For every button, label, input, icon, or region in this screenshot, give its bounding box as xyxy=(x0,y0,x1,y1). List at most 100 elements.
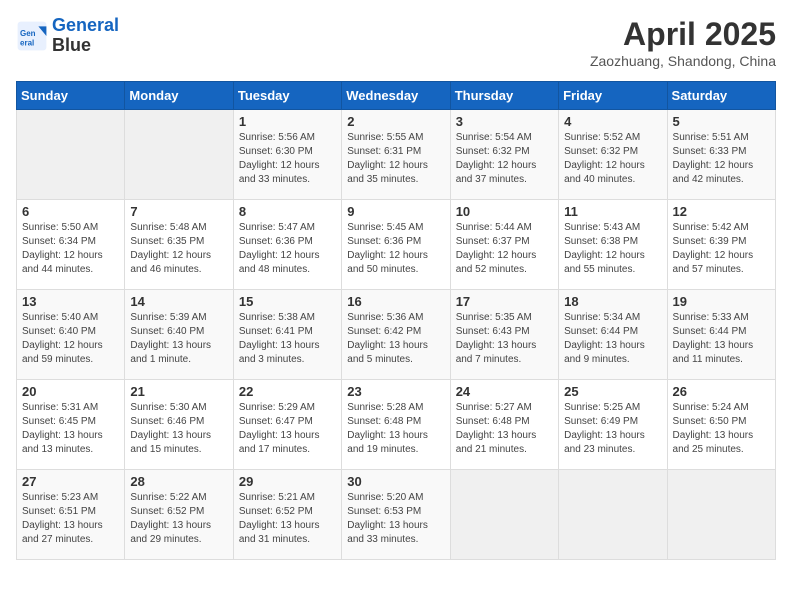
cell-sun-info: Sunrise: 5:34 AMSunset: 6:44 PMDaylight:… xyxy=(564,311,661,367)
calendar-cell: 8 Sunrise: 5:47 AMSunset: 6:36 PMDaylight… xyxy=(233,200,341,290)
calendar-cell xyxy=(559,470,667,560)
title-block: April 2025 Zaozhuang, Shandong, China xyxy=(590,16,776,69)
weekday-header: Wednesday xyxy=(342,82,450,110)
cell-sun-info: Sunrise: 5:38 AMSunset: 6:41 PMDaylight:… xyxy=(239,311,336,367)
calendar-cell: 6 Sunrise: 5:50 AMSunset: 6:34 PMDaylight… xyxy=(17,200,125,290)
calendar-week-row: 20 Sunrise: 5:31 AMSunset: 6:45 PMDayligh… xyxy=(17,380,776,470)
day-number: 24 xyxy=(456,384,553,399)
cell-sun-info: Sunrise: 5:39 AMSunset: 6:40 PMDaylight:… xyxy=(130,311,227,367)
calendar-body: 1Sunrise: 5:56 AMSunset: 6:30 PMDaylight… xyxy=(17,110,776,560)
cell-sun-info: Sunrise: 5:54 AMSunset: 6:32 PMDaylight:… xyxy=(456,131,553,187)
cell-sun-info: Sunrise: 5:45 AMSunset: 6:36 PMDaylight:… xyxy=(347,221,444,277)
cell-sun-info: Sunrise: 5:55 AMSunset: 6:31 PMDaylight:… xyxy=(347,131,444,187)
calendar-week-row: 13Sunrise: 5:40 AMSunset: 6:40 PMDayligh… xyxy=(17,290,776,380)
calendar-cell: 18 Sunrise: 5:34 AMSunset: 6:44 PMDayligh… xyxy=(559,290,667,380)
cell-sun-info: Sunrise: 5:40 AMSunset: 6:40 PMDaylight:… xyxy=(22,311,119,367)
calendar-cell: 21 Sunrise: 5:30 AMSunset: 6:46 PMDayligh… xyxy=(125,380,233,470)
calendar-cell: 27 Sunrise: 5:23 AMSunset: 6:51 PMDayligh… xyxy=(17,470,125,560)
logo-icon: Gen eral xyxy=(16,20,48,52)
calendar-cell: 17 Sunrise: 5:35 AMSunset: 6:43 PMDayligh… xyxy=(450,290,558,380)
day-number: 23 xyxy=(347,384,444,399)
cell-sun-info: Sunrise: 5:35 AMSunset: 6:43 PMDaylight:… xyxy=(456,311,553,367)
cell-sun-info: Sunrise: 5:29 AMSunset: 6:47 PMDaylight:… xyxy=(239,401,336,457)
logo: Gen eral GeneralBlue xyxy=(16,16,119,56)
cell-sun-info: Sunrise: 5:47 AMSunset: 6:36 PMDaylight:… xyxy=(239,221,336,277)
calendar-cell: 16Sunrise: 5:36 AMSunset: 6:42 PMDayligh… xyxy=(342,290,450,380)
weekday-header: Tuesday xyxy=(233,82,341,110)
day-number: 19 xyxy=(673,294,770,309)
calendar-cell: 4Sunrise: 5:52 AMSunset: 6:32 PMDaylight… xyxy=(559,110,667,200)
cell-sun-info: Sunrise: 5:33 AMSunset: 6:44 PMDaylight:… xyxy=(673,311,770,367)
cell-sun-info: Sunrise: 5:23 AMSunset: 6:51 PMDaylight:… xyxy=(22,491,119,547)
weekday-header: Sunday xyxy=(17,82,125,110)
page-header: Gen eral GeneralBlue April 2025 Zaozhuan… xyxy=(16,16,776,69)
calendar-week-row: 6 Sunrise: 5:50 AMSunset: 6:34 PMDaylight… xyxy=(17,200,776,290)
cell-sun-info: Sunrise: 5:48 AMSunset: 6:35 PMDaylight:… xyxy=(130,221,227,277)
day-number: 2 xyxy=(347,114,444,129)
calendar-cell: 23Sunrise: 5:28 AMSunset: 6:48 PMDayligh… xyxy=(342,380,450,470)
calendar-cell xyxy=(125,110,233,200)
calendar-cell: 14 Sunrise: 5:39 AMSunset: 6:40 PMDayligh… xyxy=(125,290,233,380)
cell-sun-info: Sunrise: 5:24 AMSunset: 6:50 PMDaylight:… xyxy=(673,401,770,457)
day-number: 17 xyxy=(456,294,553,309)
calendar-cell: 24Sunrise: 5:27 AMSunset: 6:48 PMDayligh… xyxy=(450,380,558,470)
calendar-week-row: 1Sunrise: 5:56 AMSunset: 6:30 PMDaylight… xyxy=(17,110,776,200)
calendar-cell: 25 Sunrise: 5:25 AMSunset: 6:49 PMDayligh… xyxy=(559,380,667,470)
calendar-cell: 11 Sunrise: 5:43 AMSunset: 6:38 PMDayligh… xyxy=(559,200,667,290)
cell-sun-info: Sunrise: 5:31 AMSunset: 6:45 PMDaylight:… xyxy=(22,401,119,457)
calendar-cell: 19 Sunrise: 5:33 AMSunset: 6:44 PMDayligh… xyxy=(667,290,775,380)
calendar-cell: 9 Sunrise: 5:45 AMSunset: 6:36 PMDaylight… xyxy=(342,200,450,290)
cell-sun-info: Sunrise: 5:25 AMSunset: 6:49 PMDaylight:… xyxy=(564,401,661,457)
calendar-cell: 2 Sunrise: 5:55 AMSunset: 6:31 PMDaylight… xyxy=(342,110,450,200)
day-number: 25 xyxy=(564,384,661,399)
day-number: 10 xyxy=(456,204,553,219)
svg-text:eral: eral xyxy=(20,38,34,47)
calendar-cell: 10 Sunrise: 5:44 AMSunset: 6:37 PMDayligh… xyxy=(450,200,558,290)
calendar-cell: 1Sunrise: 5:56 AMSunset: 6:30 PMDaylight… xyxy=(233,110,341,200)
calendar-cell: 12 Sunrise: 5:42 AMSunset: 6:39 PMDayligh… xyxy=(667,200,775,290)
month-title: April 2025 xyxy=(590,16,776,53)
day-number: 9 xyxy=(347,204,444,219)
day-number: 14 xyxy=(130,294,227,309)
calendar-week-row: 27 Sunrise: 5:23 AMSunset: 6:51 PMDayligh… xyxy=(17,470,776,560)
cell-sun-info: Sunrise: 5:22 AMSunset: 6:52 PMDaylight:… xyxy=(130,491,227,547)
weekday-header: Monday xyxy=(125,82,233,110)
cell-sun-info: Sunrise: 5:51 AMSunset: 6:33 PMDaylight:… xyxy=(673,131,770,187)
day-number: 30 xyxy=(347,474,444,489)
day-number: 6 xyxy=(22,204,119,219)
day-number: 26 xyxy=(673,384,770,399)
day-number: 20 xyxy=(22,384,119,399)
cell-sun-info: Sunrise: 5:21 AMSunset: 6:52 PMDaylight:… xyxy=(239,491,336,547)
calendar-cell: 13Sunrise: 5:40 AMSunset: 6:40 PMDayligh… xyxy=(17,290,125,380)
calendar-cell xyxy=(667,470,775,560)
weekday-header: Friday xyxy=(559,82,667,110)
day-number: 11 xyxy=(564,204,661,219)
day-number: 27 xyxy=(22,474,119,489)
day-number: 12 xyxy=(673,204,770,219)
cell-sun-info: Sunrise: 5:30 AMSunset: 6:46 PMDaylight:… xyxy=(130,401,227,457)
cell-sun-info: Sunrise: 5:43 AMSunset: 6:38 PMDaylight:… xyxy=(564,221,661,277)
cell-sun-info: Sunrise: 5:44 AMSunset: 6:37 PMDaylight:… xyxy=(456,221,553,277)
day-number: 8 xyxy=(239,204,336,219)
day-number: 18 xyxy=(564,294,661,309)
day-number: 16 xyxy=(347,294,444,309)
calendar-cell: 7 Sunrise: 5:48 AMSunset: 6:35 PMDaylight… xyxy=(125,200,233,290)
calendar-cell xyxy=(17,110,125,200)
day-number: 29 xyxy=(239,474,336,489)
day-number: 21 xyxy=(130,384,227,399)
svg-text:Gen: Gen xyxy=(20,29,36,38)
calendar-table: SundayMondayTuesdayWednesdayThursdayFrid… xyxy=(16,81,776,560)
day-number: 15 xyxy=(239,294,336,309)
cell-sun-info: Sunrise: 5:52 AMSunset: 6:32 PMDaylight:… xyxy=(564,131,661,187)
calendar-cell: 20 Sunrise: 5:31 AMSunset: 6:45 PMDayligh… xyxy=(17,380,125,470)
day-number: 5 xyxy=(673,114,770,129)
day-number: 28 xyxy=(130,474,227,489)
day-number: 7 xyxy=(130,204,227,219)
weekday-header: Thursday xyxy=(450,82,558,110)
cell-sun-info: Sunrise: 5:42 AMSunset: 6:39 PMDaylight:… xyxy=(673,221,770,277)
logo-text: GeneralBlue xyxy=(52,16,119,56)
calendar-cell: 30Sunrise: 5:20 AMSunset: 6:53 PMDayligh… xyxy=(342,470,450,560)
weekday-header: Saturday xyxy=(667,82,775,110)
location-subtitle: Zaozhuang, Shandong, China xyxy=(590,53,776,69)
cell-sun-info: Sunrise: 5:50 AMSunset: 6:34 PMDaylight:… xyxy=(22,221,119,277)
